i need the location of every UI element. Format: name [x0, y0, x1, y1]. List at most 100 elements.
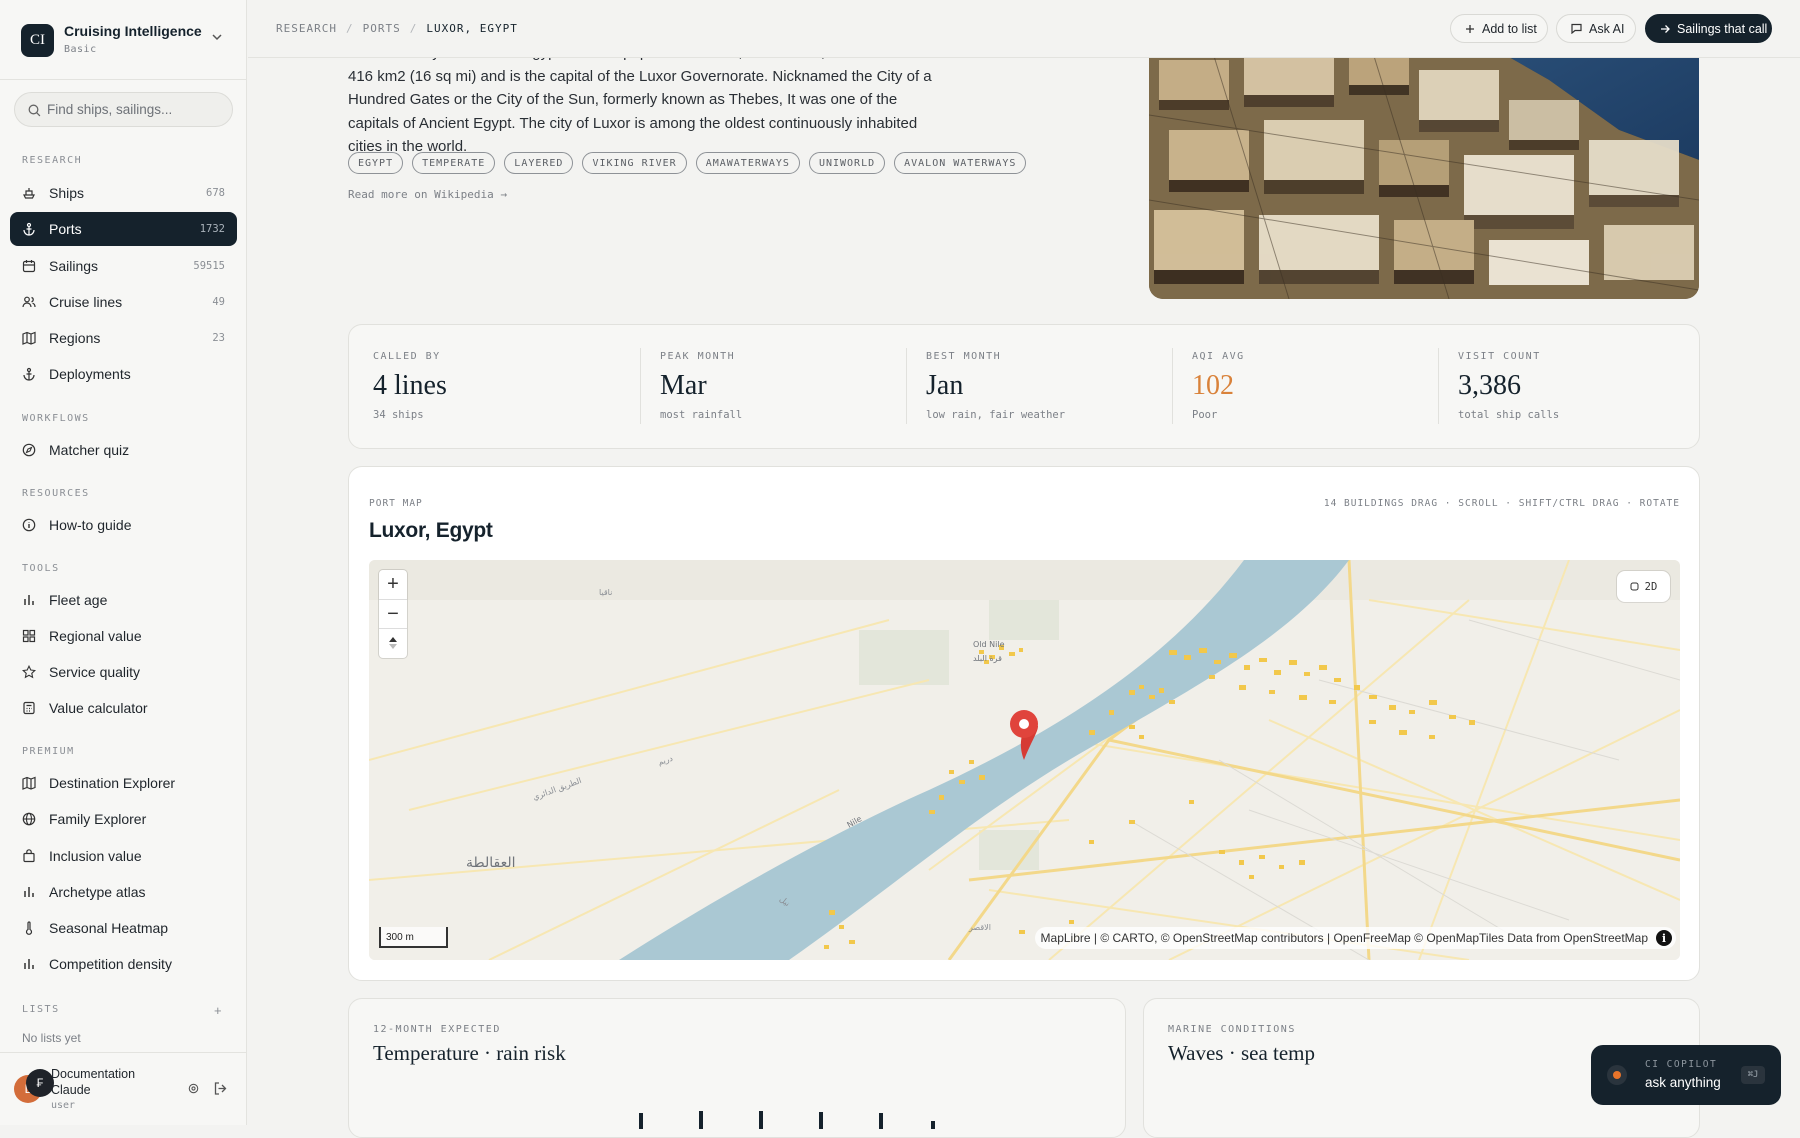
sidebar-item-ships[interactable]: Ships 678 [10, 176, 237, 210]
sidebar-item-label: Archetype atlas [49, 884, 146, 900]
tag-chip[interactable]: UNIWORLD [808, 152, 886, 174]
wikipedia-link[interactable]: Read more on Wikipedia → [348, 188, 507, 201]
cube-icon [1630, 582, 1639, 591]
sidebar-item-competition-density[interactable]: Competition density [10, 947, 237, 981]
sidebar-item-label: Cruise lines [49, 294, 123, 310]
map-label-district: العقالطة [466, 855, 516, 871]
map-canvas[interactable]: ناقيا دريم الطريق الدائري نيل الاقصر Old… [369, 560, 1680, 960]
sidebar-item-fleet-age[interactable]: Fleet age [10, 583, 237, 617]
tag-chip[interactable]: VIKING RIVER [582, 152, 687, 174]
sidebar-item-how-to-guide[interactable]: How-to guide [10, 508, 237, 542]
sidebar-item-inclusion-value[interactable]: Inclusion value [10, 839, 237, 873]
breadcrumb-research[interactable]: RESEARCH [276, 22, 337, 35]
star-icon [22, 665, 36, 679]
sailings-that-call-button[interactable]: Sailings that call [1645, 14, 1772, 43]
copilot-button[interactable]: CI COPILOT ask anything ⌘J [1591, 1045, 1781, 1105]
settings-icon[interactable] [188, 1083, 199, 1094]
breadcrumb-ports[interactable]: PORTS [363, 22, 401, 35]
stat-divider [906, 348, 907, 424]
add-list-button[interactable]: + [214, 1003, 222, 1018]
add-to-list-button[interactable]: Add to list [1450, 14, 1548, 43]
sidebar-item-label: Ports [49, 221, 82, 237]
stat-value: 3,386 [1458, 370, 1521, 401]
chevron-down-icon[interactable] [210, 30, 224, 44]
sidebar-item-sailings[interactable]: Sailings 59515 [10, 249, 237, 283]
svg-text:الاقصر: الاقصر [968, 923, 991, 932]
sidebar-item-family-explorer[interactable]: Family Explorer [10, 802, 237, 836]
sidebar-item-service-quality[interactable]: Service quality [10, 655, 237, 689]
bar-chart-icon [24, 595, 34, 605]
section-heading-workflows: WORKFLOWS [22, 413, 90, 424]
sidebar-item-deployments[interactable]: Deployments [10, 357, 237, 391]
stat-value: 4 lines [373, 370, 447, 401]
search-box[interactable] [14, 92, 233, 127]
map-icon [22, 776, 36, 790]
sidebar-item-destination-explorer[interactable]: Destination Explorer [10, 766, 237, 800]
bag-icon [23, 849, 35, 863]
sidebar-item-regions[interactable]: Regions 23 [10, 321, 237, 355]
globe-icon [22, 812, 36, 826]
zoom-controls: + − [379, 570, 407, 658]
user-role: user [51, 1100, 76, 1111]
attribution-text: MapLibre | © CARTO, © OpenStreetMap cont… [1040, 931, 1648, 945]
sidebar-item-count: 1732 [199, 223, 225, 235]
anchor-icon [23, 367, 35, 381]
sidebar-item-ports[interactable]: Ports 1732 [10, 212, 237, 246]
stat-sub: Poor [1192, 409, 1218, 421]
stat-divider [1172, 348, 1173, 424]
tag-chip[interactable]: AVALON WATERWAYS [894, 152, 1027, 174]
search-icon [28, 104, 41, 117]
info-icon[interactable]: i [1656, 930, 1672, 946]
button-label: 2D [1644, 580, 1658, 593]
card-title: Temperature · rain risk [373, 1041, 566, 1065]
arrow-right-icon [1661, 24, 1670, 33]
bar-chart-icon [24, 959, 34, 969]
avatar-badge: ₣ [26, 1069, 54, 1097]
port-map-card: PORT MAP Luxor, Egypt 14 BUILDINGS DRAG … [348, 466, 1700, 981]
calculator-icon [23, 701, 35, 715]
card-title: Waves · sea temp [1168, 1041, 1315, 1065]
sidebar-item-count: 49 [212, 296, 225, 308]
map-kicker: PORT MAP [369, 498, 423, 509]
user-panel: L ₣ Documentation Claude user [0, 1052, 246, 1125]
stat-sub: total ship calls [1458, 409, 1560, 421]
stat-sub: 34 ships [373, 409, 424, 421]
documentation-link[interactable]: Documentation [51, 1067, 135, 1081]
chart-preview [639, 1111, 935, 1129]
sidebar-item-archetype-atlas[interactable]: Archetype atlas [10, 875, 237, 909]
tag-chip[interactable]: EGYPT [348, 152, 404, 174]
sidebar-item-regional-value[interactable]: Regional value [10, 619, 237, 653]
sidebar-item-matcher-quiz[interactable]: Matcher quiz [10, 433, 237, 467]
search-input[interactable] [47, 93, 227, 126]
zoom-out-button[interactable]: − [379, 599, 407, 628]
tag-chip[interactable]: AMAWATERWAYS [695, 152, 800, 174]
sidebar-item-label: Ships [49, 185, 85, 201]
toggle-2d-button[interactable]: 2D [1617, 571, 1670, 602]
sidebar-item-cruise-lines[interactable]: Cruise lines 49 [10, 285, 237, 319]
stat-value: Jan [926, 370, 964, 401]
sidebar-item-value-calculator[interactable]: Value calculator [10, 691, 237, 725]
zoom-in-button[interactable]: + [379, 570, 407, 599]
sidebar-item-label: Fleet age [49, 592, 108, 608]
thermometer-icon [25, 921, 33, 935]
calendar-icon [22, 260, 36, 273]
ship-icon [23, 188, 35, 199]
compass-reset-button[interactable] [379, 628, 407, 657]
section-heading-research: RESEARCH [22, 155, 83, 166]
org-switcher[interactable]: CI Cruising Intelligence Basic [0, 0, 246, 80]
sidebar-item-label: Regional value [49, 628, 142, 644]
sidebar-item-count: 59515 [193, 260, 225, 272]
sidebar-item-label: Sailings [49, 258, 99, 274]
plus-icon [1466, 24, 1474, 33]
sidebar-item-seasonal-heatmap[interactable]: Seasonal Heatmap [10, 911, 237, 945]
ask-ai-button[interactable]: Ask AI [1556, 14, 1636, 43]
stat-divider [640, 348, 641, 424]
temperature-card: 12-MONTH EXPECTED Temperature · rain ris… [348, 998, 1126, 1138]
logout-icon[interactable] [213, 1081, 228, 1096]
map-attribution: MapLibre | © CARTO, © OpenStreetMap cont… [1034, 927, 1676, 949]
sidebar-item-label: Regions [49, 330, 101, 346]
bar-chart-icon [24, 887, 34, 897]
tag-chip[interactable]: LAYERED [504, 152, 574, 174]
tag-chip[interactable]: TEMPERATE [412, 152, 496, 174]
copilot-shortcut: ⌘J [1741, 1066, 1765, 1084]
